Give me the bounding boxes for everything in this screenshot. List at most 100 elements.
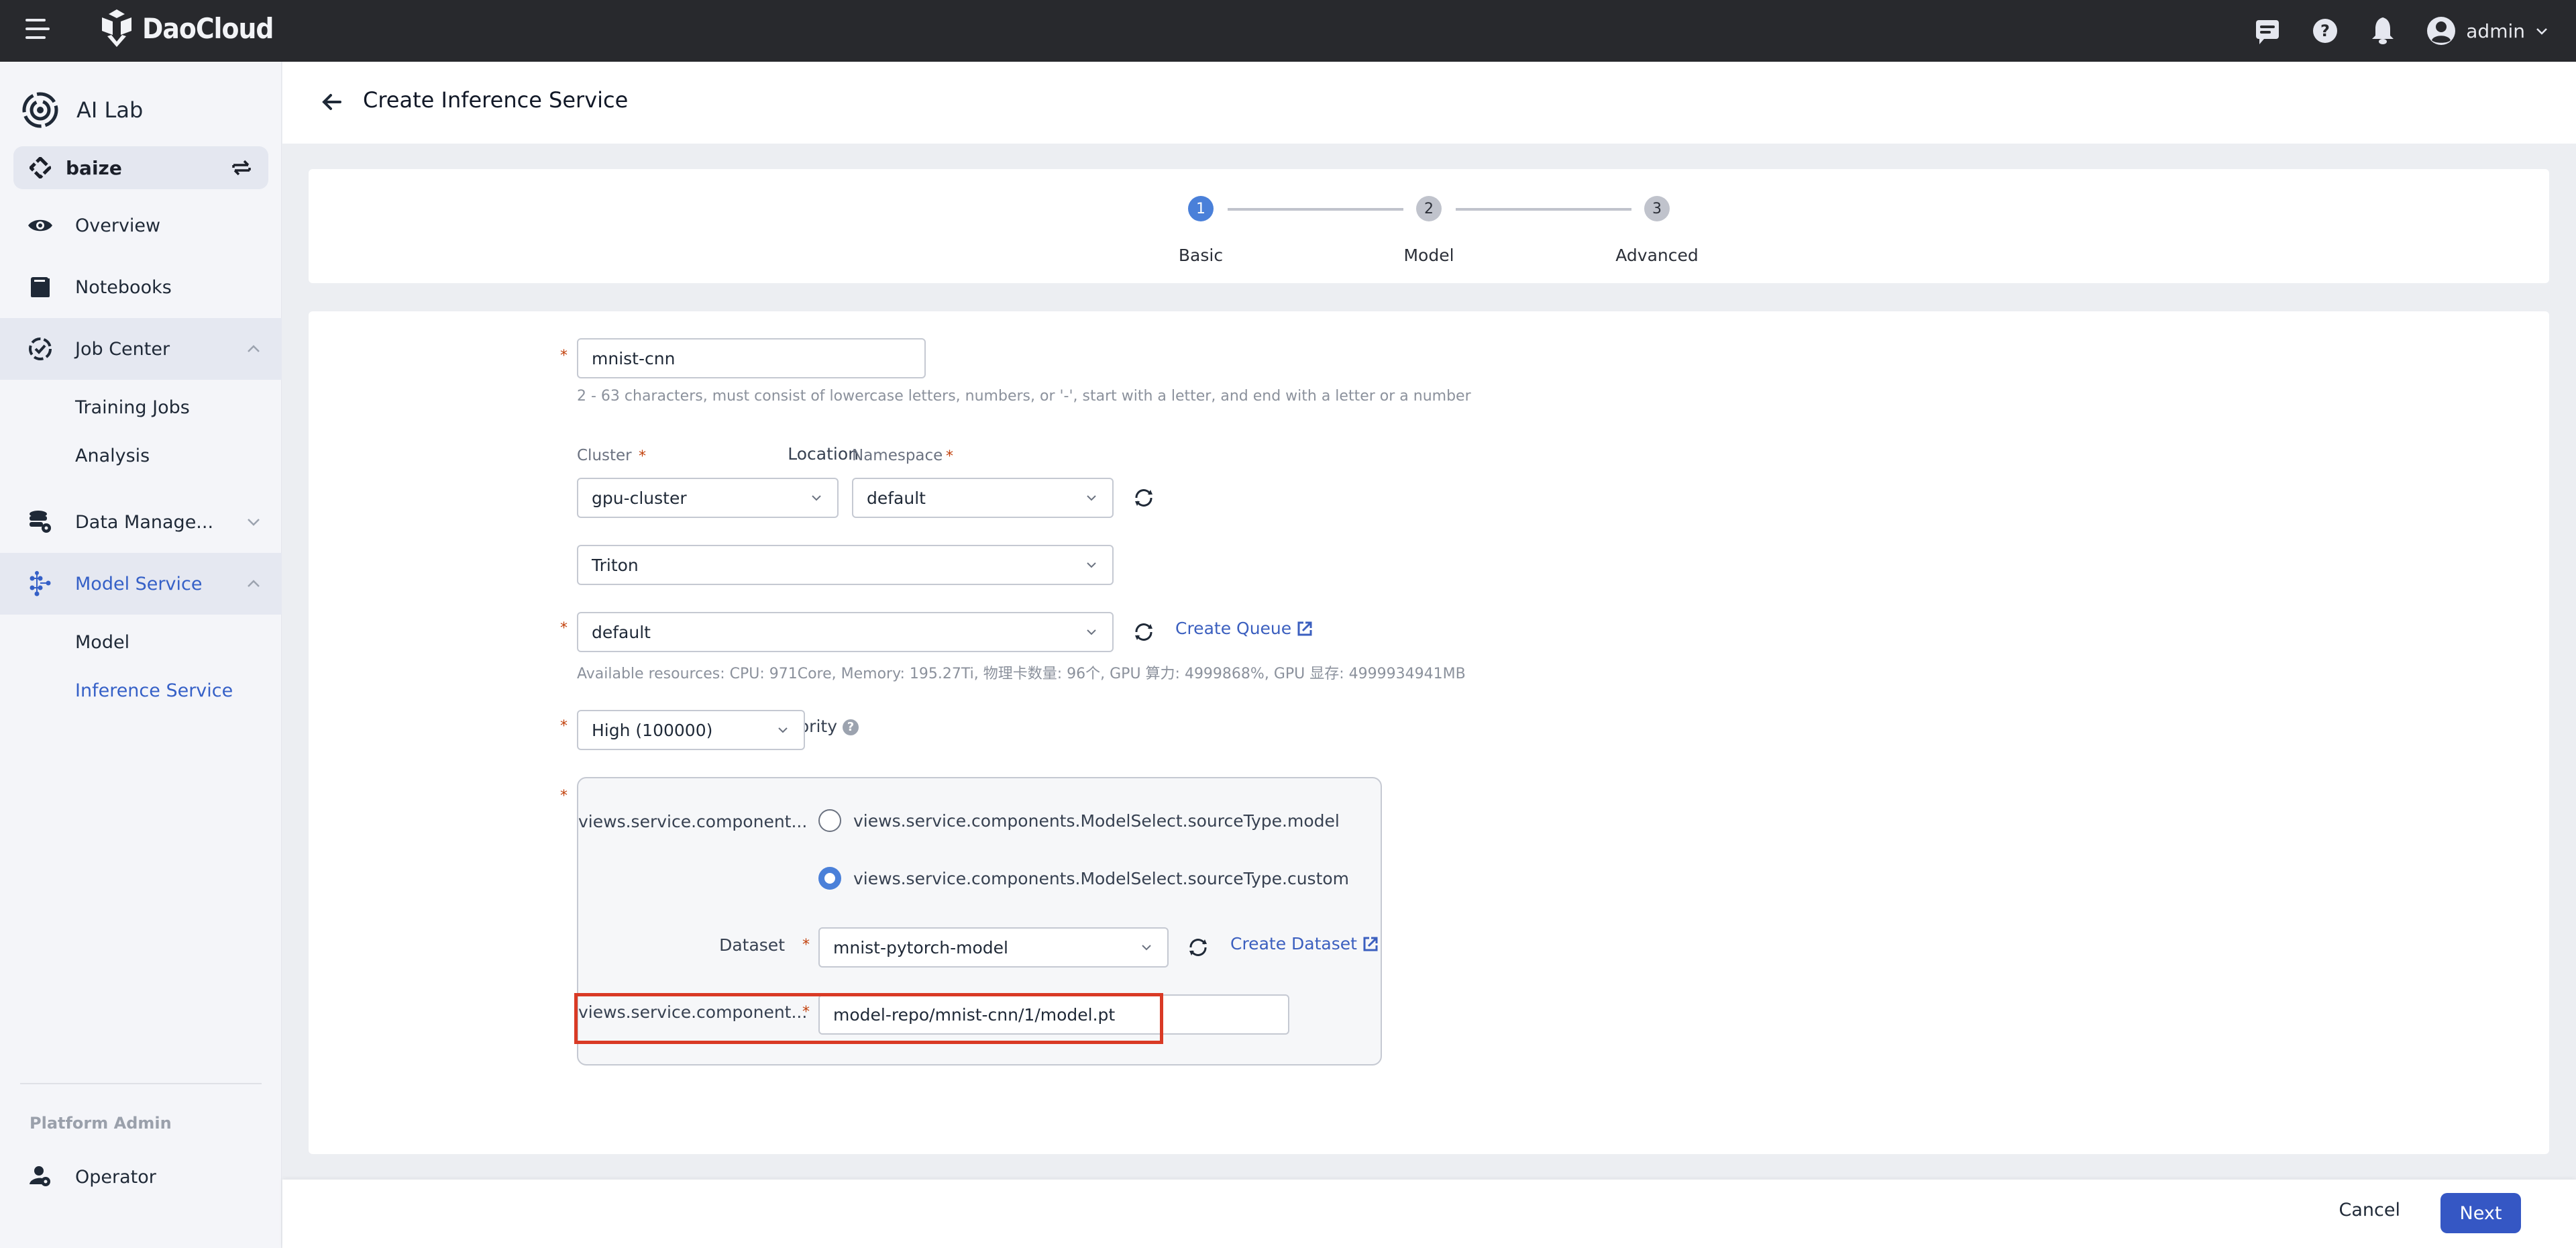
highlight-box: [574, 993, 1163, 1044]
name-input[interactable]: [592, 348, 911, 368]
workspace-switcher[interactable]: baize: [13, 146, 268, 189]
daocloud-logo-icon: [102, 9, 131, 47]
cluster-value: gpu-cluster: [592, 488, 687, 508]
brand[interactable]: DaoCloud: [98, 8, 274, 48]
name-field[interactable]: [577, 338, 926, 378]
user-menu[interactable]: admin: [2426, 15, 2549, 46]
radio-label: views.service.components.ModelSelect.sou…: [853, 868, 1350, 888]
sidebar-item-label: Model Service: [75, 573, 203, 594]
next-button[interactable]: Next: [2440, 1193, 2521, 1233]
user-gear-icon: [27, 1163, 54, 1190]
step-advanced: 3 Advanced: [1590, 196, 1724, 265]
sidebar-item-overview[interactable]: Overview: [0, 195, 282, 256]
help-icon[interactable]: ?: [2310, 16, 2340, 46]
model-network-icon: [27, 570, 54, 597]
dataset-value: mnist-pytorch-model: [833, 937, 1008, 957]
refresh-queue-button[interactable]: [1130, 619, 1157, 645]
required-marker: *: [560, 718, 568, 735]
message-icon[interactable]: [2253, 16, 2282, 46]
brand-name: DaoCloud: [142, 11, 274, 45]
namespace-value: default: [867, 488, 926, 508]
create-dataset-link[interactable]: Create Dataset: [1230, 934, 1379, 953]
svg-text:?: ?: [2320, 21, 2330, 40]
sidebar-item-notebooks[interactable]: Notebooks: [0, 256, 282, 318]
sidebar-item-label: Notebooks: [75, 276, 172, 298]
app-title-text: AI Lab: [76, 97, 144, 123]
refresh-dataset-button[interactable]: [1185, 934, 1212, 961]
queue-resources: Available resources: CPU: 971Core, Memor…: [577, 666, 1466, 682]
sidebar-item-operator[interactable]: Operator: [0, 1146, 282, 1208]
sidebar-item-inference-service[interactable]: Inference Service: [75, 680, 233, 701]
framework-select[interactable]: Triton: [577, 545, 1114, 585]
sidebar-item-training-jobs[interactable]: Training Jobs: [75, 397, 190, 418]
refresh-namespace-button[interactable]: [1130, 484, 1157, 511]
top-bar: DaoCloud ? admin: [0, 0, 2576, 62]
create-queue-text: Create Queue: [1175, 619, 1292, 638]
radio-button[interactable]: [818, 809, 841, 832]
create-queue-link[interactable]: Create Queue: [1175, 619, 1313, 638]
required-marker: *: [639, 448, 646, 465]
name-hint: 2 - 63 characters, must consist of lower…: [577, 388, 1471, 405]
namespace-select[interactable]: default: [852, 478, 1114, 518]
form-card: Name * 2 - 63 characters, must consist o…: [309, 311, 2549, 1154]
sidebar-item-analysis[interactable]: Analysis: [75, 446, 150, 466]
sidebar-item-label: Overview: [75, 215, 161, 236]
user-avatar-icon: [2427, 17, 2456, 45]
back-arrow-icon[interactable]: [319, 89, 345, 115]
chevron-down-icon: [1087, 629, 1096, 635]
cancel-button[interactable]: Cancel: [2339, 1200, 2400, 1220]
chevron-down-icon: [1087, 495, 1096, 501]
sidebar-item-data-management[interactable]: Data Manage...: [0, 491, 282, 553]
step-number: 1: [1188, 196, 1214, 221]
menu-icon[interactable]: [25, 19, 50, 39]
step-basic: 1 Basic: [1134, 196, 1268, 265]
bell-icon[interactable]: [2368, 16, 2398, 46]
chevron-down-icon: [248, 519, 260, 526]
section-label-platform-admin: Platform Admin: [30, 1114, 172, 1133]
refresh-icon: [1189, 939, 1207, 956]
sidebar-divider: [20, 1083, 262, 1084]
location-label: Location: [788, 444, 859, 464]
step-label: Advanced: [1615, 246, 1699, 265]
external-link-icon: [1363, 937, 1378, 951]
dataset-select[interactable]: mnist-pytorch-model: [818, 927, 1169, 968]
sidebar-item-label: Data Manage...: [75, 511, 214, 533]
dataset-label: Dataset: [719, 935, 785, 955]
required-marker: *: [560, 788, 568, 804]
chevron-down-icon: [1087, 562, 1096, 568]
workspace-name: baize: [66, 156, 122, 179]
required-marker: *: [802, 937, 810, 953]
step-number: 2: [1416, 196, 1442, 221]
help-icon[interactable]: ?: [843, 719, 859, 735]
sidebar-item-model[interactable]: Model: [75, 632, 129, 653]
step-label: Model: [1403, 246, 1454, 265]
user-name: admin: [2466, 19, 2525, 42]
chevron-down-icon: [778, 727, 788, 733]
required-marker: *: [560, 348, 568, 364]
priority-select[interactable]: High (100000): [577, 710, 805, 750]
create-dataset-text: Create Dataset: [1230, 934, 1357, 953]
source-type-label: views.service.component...: [578, 812, 808, 831]
chevron-down-icon: [2536, 28, 2547, 35]
switch-icon[interactable]: [231, 157, 252, 178]
radio-source-model[interactable]: views.service.components.ModelSelect.sou…: [818, 809, 1340, 832]
radio-button-checked[interactable]: [818, 867, 841, 890]
notebook-icon: [27, 274, 54, 301]
sidebar-item-label: Operator: [75, 1166, 156, 1188]
eye-icon: [27, 212, 54, 239]
cluster-select[interactable]: gpu-cluster: [577, 478, 839, 518]
radio-source-custom[interactable]: views.service.components.ModelSelect.sou…: [818, 867, 1349, 890]
step-model: 2 Model: [1362, 196, 1496, 265]
footer-bar: Cancel Next: [282, 1180, 2576, 1248]
job-check-icon: [27, 335, 54, 362]
sidebar: AI Lab baize Overview Notebooks Job Cent…: [0, 62, 282, 1248]
refresh-icon: [1135, 489, 1152, 507]
sidebar-item-model-service[interactable]: Model Service: [0, 553, 282, 615]
chevron-down-icon: [1142, 945, 1151, 951]
sidebar-item-label: Job Center: [75, 338, 170, 360]
framework-value: Triton: [592, 555, 639, 575]
app-title[interactable]: AI Lab: [21, 91, 143, 129]
sidebar-item-job-center[interactable]: Job Center: [0, 318, 282, 380]
external-link-icon: [1297, 621, 1312, 635]
queue-select[interactable]: default: [577, 612, 1114, 652]
